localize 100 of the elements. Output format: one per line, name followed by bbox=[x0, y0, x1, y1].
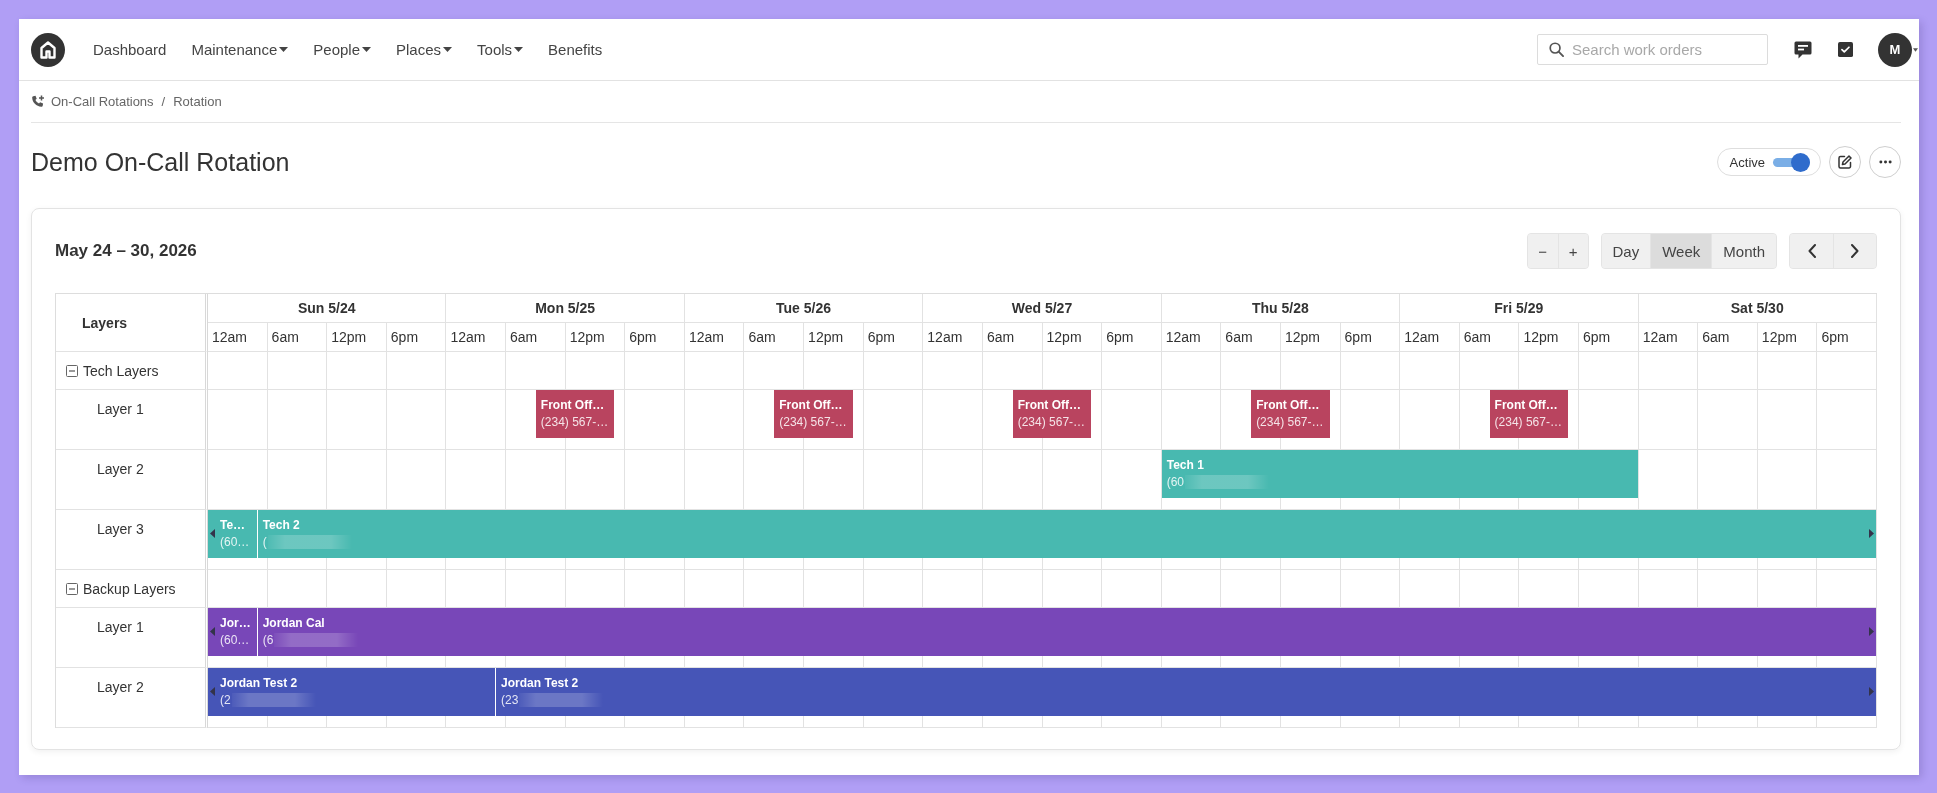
nav-link[interactable]: Maintenance bbox=[191, 41, 289, 58]
shift-title: Jordan Test 2 bbox=[220, 675, 298, 691]
shift-bar[interactable]: Front Off… (234) 567-… bbox=[774, 390, 853, 438]
day-header: Tue 5/26 bbox=[776, 300, 832, 316]
shift-title: Front Off… bbox=[779, 397, 843, 413]
next-button[interactable] bbox=[1833, 234, 1876, 268]
phone-number: ( bbox=[262, 534, 267, 551]
chevron-right-icon bbox=[1851, 244, 1859, 258]
hour-label: 6am bbox=[1702, 329, 1730, 345]
checked-box-icon[interactable] bbox=[1838, 42, 1853, 57]
caret-icon[interactable] bbox=[1913, 47, 1918, 52]
shift-title: Jordan Cal bbox=[262, 615, 325, 631]
group-label: Tech Layers bbox=[83, 362, 159, 379]
layer-label: Layer 3 bbox=[97, 521, 144, 537]
page-title: Demo On-Call Rotation bbox=[31, 147, 290, 177]
collapse-icon[interactable] bbox=[66, 582, 78, 595]
search-field[interactable]: Search work orders bbox=[1537, 34, 1768, 65]
house-logo-icon[interactable] bbox=[31, 32, 65, 67]
hour-label: 12am bbox=[927, 329, 963, 345]
hour-label: 12am bbox=[1404, 329, 1440, 345]
search-icon bbox=[1549, 42, 1564, 57]
phone-number: (234) 567-… bbox=[1256, 414, 1324, 431]
phone-number: (234) 567-… bbox=[1494, 414, 1562, 431]
layer-label: Layer 2 bbox=[97, 679, 144, 695]
nav-link[interactable]: Benefits bbox=[548, 41, 603, 58]
column-header: Layers bbox=[82, 314, 128, 331]
breadcrumb-link[interactable]: On-Call Rotations bbox=[51, 94, 154, 109]
phone-number: (234) 567-… bbox=[779, 414, 847, 431]
shift-bar[interactable]: Front Off… (234) 567-… bbox=[535, 390, 615, 438]
toggle-label: Active bbox=[1729, 154, 1765, 170]
zoom-in-button[interactable]: + bbox=[1557, 234, 1588, 268]
breadcrumb-current: Rotation bbox=[173, 94, 222, 109]
hour-label: 12am bbox=[212, 329, 248, 345]
hour-label: 12pm bbox=[1046, 329, 1082, 345]
phone-number: (234) 567-… bbox=[1017, 414, 1086, 431]
nav-link[interactable]: Places bbox=[396, 41, 453, 58]
hour-label: 6am bbox=[510, 329, 538, 345]
collapse-icon[interactable] bbox=[66, 364, 78, 377]
chat-icon[interactable] bbox=[1794, 40, 1812, 59]
user-avatar[interactable]: M bbox=[1878, 32, 1912, 67]
shift-title: Front Off… bbox=[1494, 397, 1558, 413]
day-header: Sat 5/30 bbox=[1730, 300, 1784, 316]
phone-number: (23 bbox=[501, 692, 519, 709]
day-header: Thu 5/28 bbox=[1252, 300, 1309, 316]
nav-link[interactable]: Dashboard bbox=[93, 41, 167, 58]
shift-bar[interactable]: Front Off… (234) 567-… bbox=[1012, 390, 1092, 438]
layer-label: Layer 1 bbox=[97, 619, 144, 635]
nav-link[interactable]: People bbox=[313, 41, 371, 58]
chevron-left-icon bbox=[1807, 244, 1816, 258]
layer-label: Layer 1 bbox=[97, 401, 144, 417]
shift-bar[interactable]: Jordan Test 2 (2 bbox=[208, 668, 496, 716]
shift-title: Te… bbox=[220, 517, 246, 533]
group-label: Backup Layers bbox=[83, 580, 176, 597]
hour-label: 12am bbox=[450, 329, 486, 345]
shift-title: Jor… bbox=[220, 615, 251, 631]
day-header: Fri 5/29 bbox=[1494, 300, 1544, 316]
phone-icon bbox=[31, 94, 45, 109]
hour-label: 6pm bbox=[1821, 329, 1849, 345]
shift-title: Front Off… bbox=[540, 397, 605, 413]
hour-label: 6am bbox=[271, 329, 299, 345]
phone-number: (6 bbox=[262, 632, 274, 649]
hour-label: 12pm bbox=[1761, 329, 1797, 345]
layer-label: Layer 2 bbox=[97, 461, 144, 477]
breadcrumb-separator: / bbox=[160, 94, 167, 109]
hour-label: 12am bbox=[1642, 329, 1678, 345]
hour-label: 6pm bbox=[1583, 329, 1611, 345]
hour-label: 6pm bbox=[390, 329, 419, 345]
shift-bar[interactable]: Jordan Cal (6 bbox=[257, 608, 1876, 656]
phone-number: (2 bbox=[220, 692, 231, 709]
hour-label: 6pm bbox=[1106, 329, 1134, 345]
day-header: Wed 5/27 bbox=[1011, 300, 1073, 316]
toggle-switch[interactable] bbox=[1773, 152, 1810, 172]
date-range-heading: May 24 – 30, 2026 bbox=[55, 241, 197, 261]
phone-number: (234) 567-… bbox=[540, 414, 609, 431]
shift-bar[interactable]: Jordan Test 2 (23 bbox=[496, 668, 1876, 716]
phone-number: (60… bbox=[220, 632, 250, 649]
shift-bar[interactable]: Front Off… (234) 567-… bbox=[1251, 390, 1330, 438]
hour-label: 6am bbox=[1225, 329, 1253, 345]
view-tab[interactable]: Week bbox=[1650, 234, 1712, 268]
phone-number: (60… bbox=[220, 534, 250, 551]
shift-title: Front Off… bbox=[1017, 397, 1081, 413]
hour-label: 6pm bbox=[867, 329, 895, 345]
hour-label: 12pm bbox=[1284, 329, 1320, 345]
hour-label: 12pm bbox=[569, 329, 605, 345]
nav-link[interactable]: Tools bbox=[477, 41, 524, 58]
phone-number: (60 bbox=[1166, 474, 1185, 491]
shift-title: Jordan Test 2 bbox=[501, 675, 579, 691]
hour-label: 6am bbox=[1463, 329, 1492, 345]
edit-icon bbox=[1838, 155, 1852, 169]
hour-label: 12pm bbox=[331, 329, 367, 345]
shift-title: Front Off… bbox=[1256, 397, 1320, 413]
shift-bar[interactable]: Jor… (60… bbox=[208, 608, 257, 656]
day-header: Mon 5/25 bbox=[535, 300, 596, 316]
view-tab[interactable]: Month bbox=[1711, 234, 1776, 268]
hour-label: 12am bbox=[688, 329, 724, 345]
shift-bar[interactable]: Front Off… (234) 567-… bbox=[1489, 390, 1568, 438]
edit-button[interactable] bbox=[1829, 146, 1861, 178]
hour-label: 12pm bbox=[808, 329, 844, 345]
hour-label: 6pm bbox=[1344, 329, 1372, 345]
shift-title: Tech 1 bbox=[1166, 457, 1204, 473]
